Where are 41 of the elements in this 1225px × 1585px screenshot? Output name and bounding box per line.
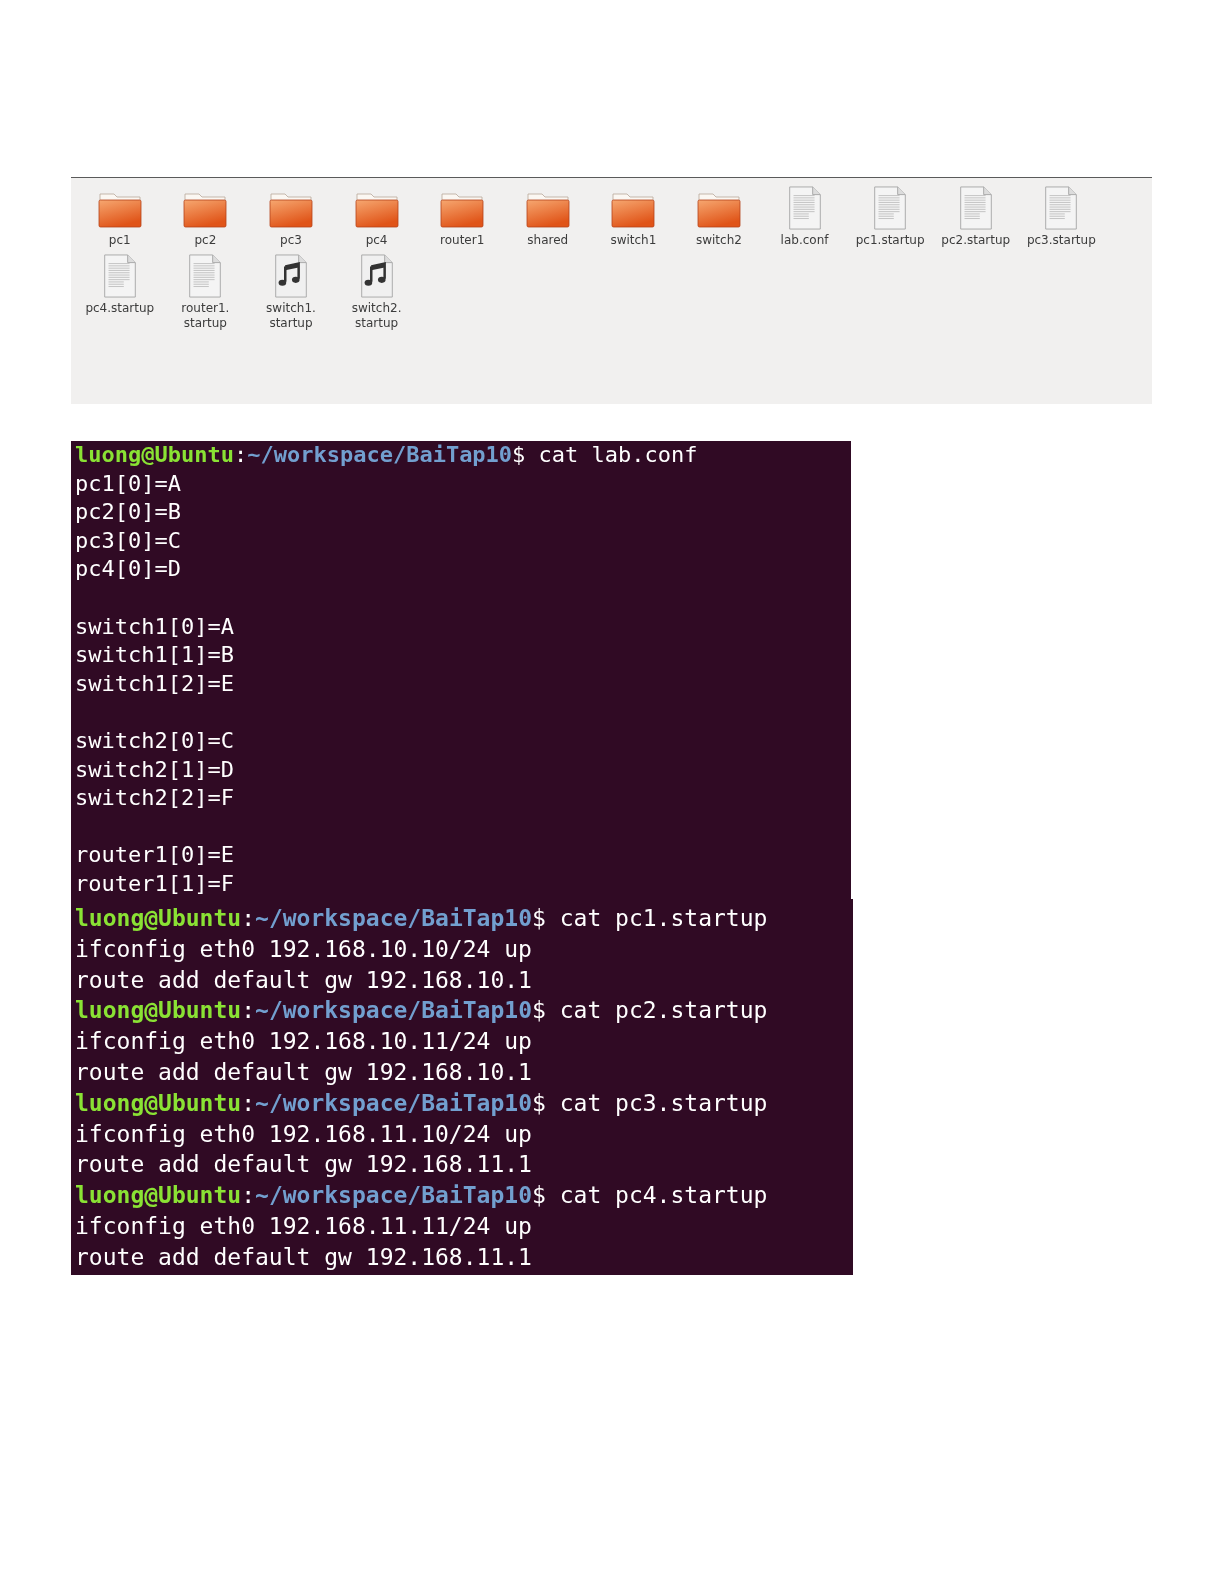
prompt-line: luong@Ubuntu:~/workspace/BaiTap10$ cat lab.conf [75,441,699,469]
output-line: ifconfig eth0 192.168.10.10/24 up [75,934,533,964]
output-line: switch1[0]=A [75,612,235,641]
output-line: switch1[2]=E [75,669,235,698]
file-name[interactable]: pc2.startup [941,233,1011,248]
prompt-line: luong@Ubuntu:~/workspace/BaiTap10$ cat pc2.startup [75,996,769,1026]
file-name[interactable]: lab.conf [780,233,829,248]
file-name[interactable]: switch2.startup [334,301,419,331]
output-line: switch2[1]=D [75,755,235,784]
file-name[interactable]: pc4.startup [85,301,155,316]
file-name[interactable]: switch2 [695,233,742,248]
file-name[interactable]: pc3.startup [1026,233,1096,248]
file-name[interactable]: pc1.startup [855,233,925,248]
output-line: switch1[1]=B [75,641,235,670]
file-name[interactable]: router1.startup [163,301,248,331]
file-name[interactable]: pc3 [280,233,302,248]
output-line: pc3[0]=C [75,526,182,555]
output-line: ifconfig eth0 192.168.11.10/24 up [75,1119,533,1149]
file-name[interactable]: router1 [440,233,485,248]
output-line: pc4[0]=D [75,555,182,584]
file-name[interactable]: pc4 [365,233,388,248]
output-line: pc2[0]=B [75,498,182,527]
file-name[interactable]: switch1 [610,233,657,248]
output-line: route add default gw 192.168.10.1 [75,1058,533,1087]
output-line: route add default gw 192.168.10.1 [75,965,533,995]
prompt-line: luong@Ubuntu:~/workspace/BaiTap10$ cat pc1.startup [75,904,769,933]
output-line: route add default gw 192.168.11.1 [75,1242,533,1272]
file-name[interactable]: switch1.startup [249,301,333,331]
file-name[interactable]: pc2 [194,233,217,248]
output-line: router1[0]=E [75,841,235,870]
output-line: switch2[2]=F [75,784,235,813]
output-line: ifconfig eth0 192.168.11.11/24 up [75,1211,533,1241]
prompt-line: luong@Ubuntu:~/workspace/BaiTap10$ cat pc4.startup [75,1181,769,1211]
file-name[interactable]: pc1 [108,233,131,248]
prompt-line: luong@Ubuntu:~/workspace/BaiTap10$ cat pc3.startup [75,1088,769,1118]
output-line: route add default gw 192.168.11.1 [75,1150,533,1180]
output-line: ifconfig eth0 192.168.10.11/24 up [75,1027,533,1057]
file-name[interactable]: shared [527,233,569,248]
output-line: router1[1]=F [75,869,235,898]
output-line: switch2[0]=C [75,726,235,755]
output-line: pc1[0]=A [75,469,182,498]
